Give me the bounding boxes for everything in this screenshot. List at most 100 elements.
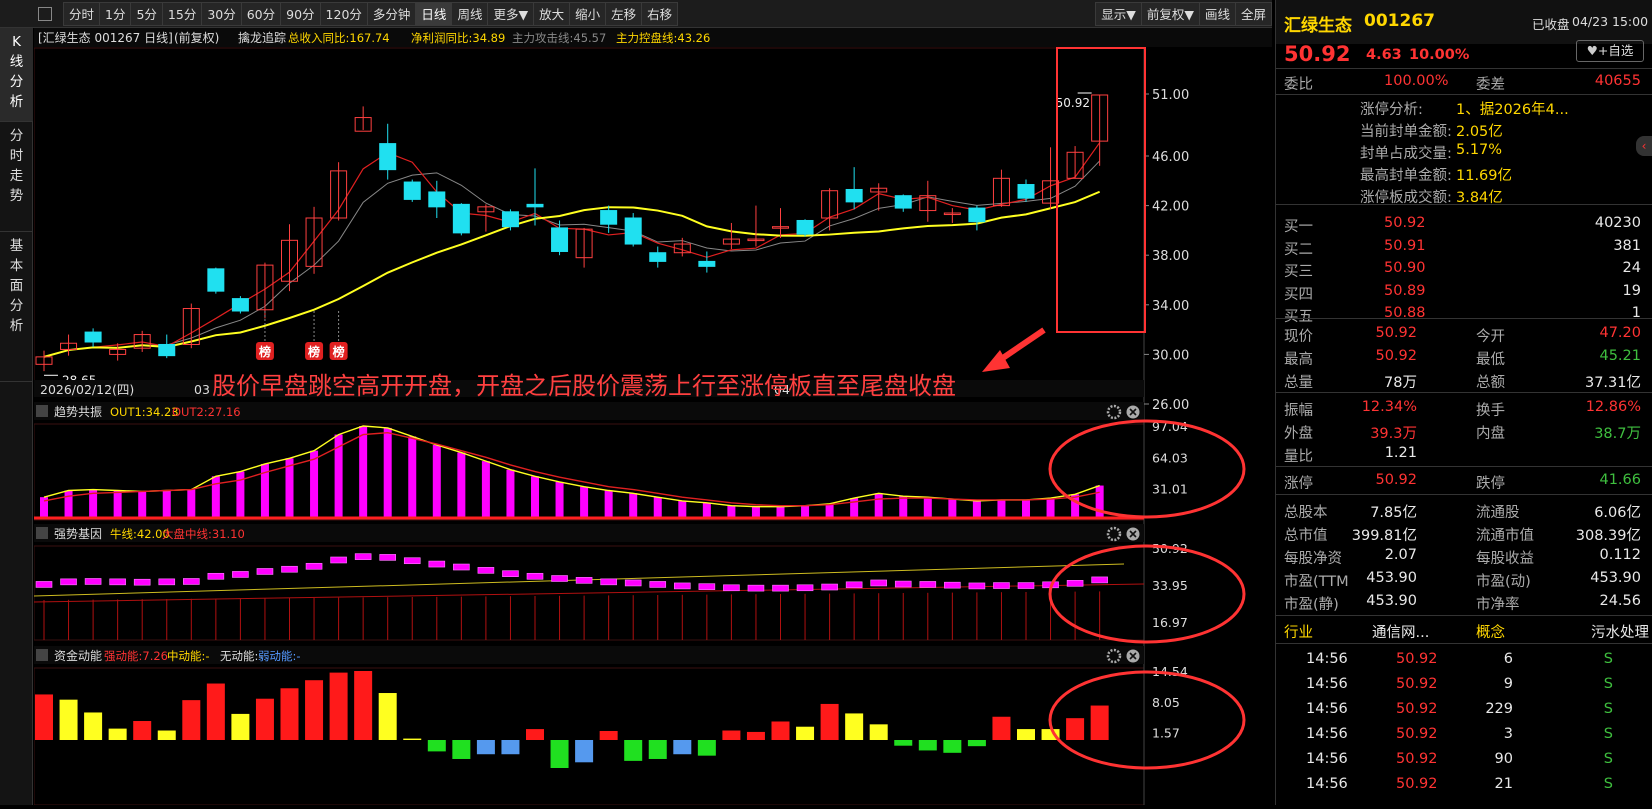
toolbar-right-item-3[interactable]: 全屏: [1234, 1, 1272, 26]
concept-value: 污水处理: [1591, 625, 1649, 641]
toolbar-item-7[interactable]: 120分: [319, 1, 368, 26]
fund-label-a: 每股净资: [1284, 551, 1342, 567]
left-tab-char: 本: [9, 258, 24, 274]
toolbar-right-item-2[interactable]: 画线: [1198, 1, 1236, 26]
bid-label: 买三: [1284, 264, 1313, 280]
stat2-value-b: 12.86%: [1585, 399, 1641, 415]
stat2-value-a: 1.21: [1384, 445, 1417, 461]
tick-time: 14:56: [1306, 701, 1348, 717]
toolbar-item-13[interactable]: 缩小: [569, 1, 607, 26]
panel2-help-icon: [36, 527, 48, 539]
wc-value: 40655: [1594, 73, 1641, 89]
toolbar-item-3[interactable]: 15分: [161, 1, 203, 26]
left-tab-char: 分: [9, 128, 24, 144]
panel1-bar: [923, 497, 932, 518]
left-tab-char: 析: [9, 94, 24, 110]
bid-label: 买二: [1284, 241, 1313, 258]
fund-row: 总市值 399.81亿 流通市值 308.39亿: [1276, 521, 1652, 546]
bid-row: 买四 50.89 19: [1276, 280, 1652, 305]
panel1-bar: [972, 500, 981, 518]
panel3-bar: [722, 730, 741, 740]
left-tab-char: K: [12, 34, 21, 50]
panel3-bar: [280, 688, 299, 740]
bang-label: 榜: [259, 344, 271, 359]
toolbar-item-14[interactable]: 左移: [605, 1, 643, 26]
add-watchlist-button[interactable]: ♥+自选: [1576, 40, 1644, 62]
panel3-bar: [746, 731, 765, 740]
toolbar-item-6[interactable]: 90分: [280, 1, 321, 26]
panel2-block: [673, 582, 691, 590]
candle-body: [526, 203, 544, 208]
fund-label-a: 市盈(TTM: [1284, 574, 1349, 590]
toolbar-item-4[interactable]: 30分: [201, 1, 242, 26]
tick-row: 14:56 50.92 21 S: [1276, 773, 1652, 798]
tick-volume: 3: [1503, 726, 1513, 742]
toolbar-item-2[interactable]: 5分: [130, 1, 163, 26]
stat-row: 最高 50.92 最低 45.21: [1276, 345, 1652, 370]
bang-label: 榜: [308, 344, 320, 359]
toolbar-item-12[interactable]: 放大: [533, 1, 571, 26]
limit-up-price: 50.92: [1375, 472, 1417, 488]
panel3-bar: [845, 713, 864, 740]
tick-time: 14:56: [1306, 651, 1348, 667]
fund-row: 市盈(TTM 453.90 市盈(动) 453.90: [1276, 567, 1652, 592]
bid-price: 50.89: [1384, 282, 1426, 299]
price-axis-label: 38.00: [1152, 249, 1189, 264]
toolbar-item-5[interactable]: 60分: [240, 1, 282, 26]
panel2-block: [354, 553, 372, 560]
limit-value: 11.69亿: [1456, 168, 1513, 184]
candle-body: [649, 252, 667, 262]
stat-value-b: 45.21: [1599, 348, 1641, 364]
fund-value-b: 6.06亿: [1594, 505, 1641, 521]
panel2-block: [403, 557, 421, 565]
toolbar-item-0[interactable]: 分时: [63, 1, 101, 26]
toolbar-item-9[interactable]: 日线: [415, 1, 453, 26]
toolbar-right-item-0[interactable]: 显示▼: [1095, 1, 1142, 26]
left-tab-2[interactable]: 基本面分析: [0, 232, 33, 382]
left-tab-char: 面: [9, 278, 24, 294]
limit-value: 1、据2026年4...: [1456, 102, 1569, 118]
left-tab-char: 走: [9, 168, 24, 184]
stat2-value-a: 39.3万: [1370, 426, 1417, 442]
date-label-03: 03: [194, 382, 210, 397]
panel1-bar: [678, 500, 687, 518]
panel1-bar: [825, 503, 834, 518]
last-price: 50.92: [1284, 42, 1351, 66]
panel2-block: [133, 578, 151, 586]
toolbar-item-10[interactable]: 周线: [451, 1, 489, 26]
toolbar-item-15[interactable]: 右移: [641, 1, 679, 26]
panel2-block: [428, 560, 446, 568]
toolbar-right-item-1[interactable]: 前复权▼: [1140, 1, 1200, 26]
panel3-strong: 强动能:7.26: [104, 649, 168, 663]
toolbar-item-11[interactable]: 更多▼: [487, 1, 535, 26]
tick-price: 50.92: [1396, 701, 1438, 717]
panel2-block: [772, 584, 789, 592]
left-tab-char: 析: [9, 318, 24, 334]
chart-area: [汇绿生态 001267 日线] (前复权) 擒龙追踪 总收入同比:167.74 净利润…: [33, 28, 1272, 806]
fund-value-a: 453.90: [1366, 593, 1417, 609]
highlight-ellipse: [1048, 544, 1246, 644]
candle-body: [551, 227, 569, 252]
toolbar-checkbox-icon[interactable]: [38, 6, 52, 21]
toolbar-item-8[interactable]: 多分钟: [366, 1, 417, 26]
panel2-block: [747, 584, 765, 592]
bid-row: 买三 50.90 24: [1276, 257, 1652, 282]
panel2-block: [968, 582, 986, 590]
panel2-block: [305, 562, 323, 570]
industry-value: 通信网...: [1372, 625, 1430, 641]
bid-volume: 381: [1613, 237, 1641, 254]
limit-value: 5.17%: [1456, 142, 1503, 158]
panel1-bar: [1022, 499, 1030, 518]
bid-price: 50.91: [1384, 237, 1426, 254]
annotation-text: 股价早盘跳空高开开盘，开盘之后股价震荡上行至涨停板直至尾盘收盘: [212, 372, 956, 400]
price-change: 4.63: [1366, 47, 1402, 63]
panel1-bar: [457, 452, 466, 518]
toolbar-item-1[interactable]: 1分: [99, 1, 132, 26]
left-tab-0[interactable]: K线分析: [0, 28, 33, 122]
panel-frame-3: [33, 667, 1145, 806]
stat-label-a: 最高: [1284, 352, 1313, 368]
collapse-arrow-icon[interactable]: ‹: [1636, 136, 1652, 156]
panel3-bar: [403, 738, 422, 740]
panel3-name: 资金动能: [54, 648, 102, 663]
left-tab-1[interactable]: 分时走势: [0, 122, 33, 232]
